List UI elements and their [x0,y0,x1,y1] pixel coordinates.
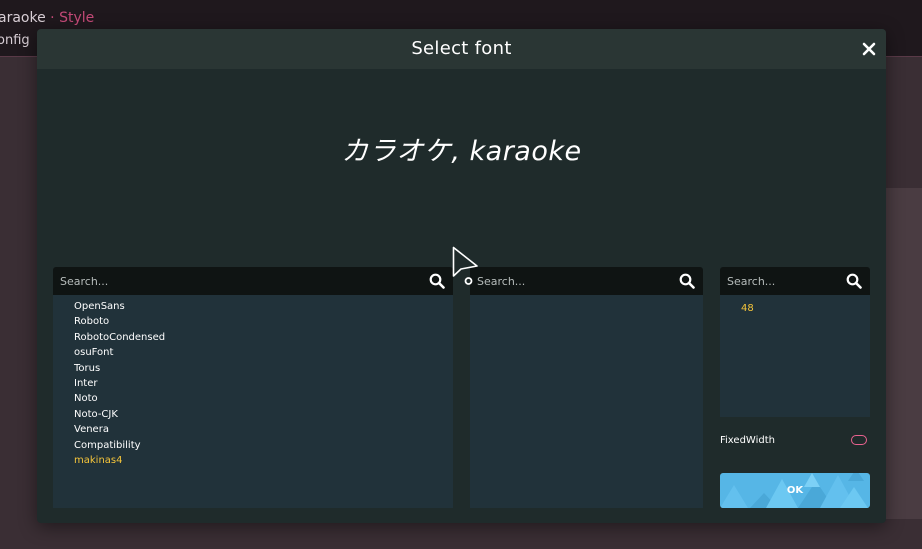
font-family-list: OpenSans Roboto RobotoCondensed osuFont Toru… [53,295,453,508]
fixed-width-label: FixedWidth [720,435,775,446]
size-search-bar [720,267,870,295]
font-family-item[interactable]: Venera [74,424,109,435]
family-search-input[interactable] [60,267,420,295]
background-app-name: araoke [0,10,46,26]
background-config-label: onfig [0,33,30,48]
font-family-item[interactable]: OpenSans [74,301,125,312]
background-side-panel [886,188,922,519]
search-icon[interactable] [846,273,862,289]
search-icon[interactable] [429,273,445,289]
size-item[interactable]: 48 [741,303,754,314]
font-family-item[interactable]: osuFont [74,347,113,358]
fixed-width-toggle[interactable] [851,435,867,445]
dialog-header: Select font [37,29,886,69]
font-family-item[interactable]: makinas4 [74,455,122,466]
mouse-cursor-icon [452,246,478,285]
search-icon[interactable] [679,273,695,289]
size-search-input[interactable] [727,267,839,295]
font-preview-text: カラオケ, karaoke [341,136,582,167]
family-search-bar [53,267,453,295]
ok-button[interactable]: OK [720,473,870,508]
font-family-item[interactable]: Noto [74,393,98,404]
background-app-title: araoke · Style [0,10,94,26]
font-family-item[interactable]: RobotoCondensed [74,332,165,343]
font-style-list [470,295,703,508]
close-icon [862,42,876,56]
style-search-input[interactable] [477,267,672,295]
font-size-list: 48 [720,295,870,417]
dialog-title: Select font [411,38,512,59]
background-section-label: Style [59,10,95,26]
font-family-item[interactable]: Noto-CJK [74,409,118,420]
ok-button-label: OK [786,485,804,496]
font-family-item[interactable]: Torus [74,363,100,374]
close-button[interactable] [858,38,880,60]
font-family-item[interactable]: Roboto [74,316,109,327]
style-search-bar [470,267,703,295]
font-family-item[interactable]: Inter [74,378,97,389]
font-family-item[interactable]: Compatibility [74,440,141,451]
background-title-separator: · [50,10,55,26]
